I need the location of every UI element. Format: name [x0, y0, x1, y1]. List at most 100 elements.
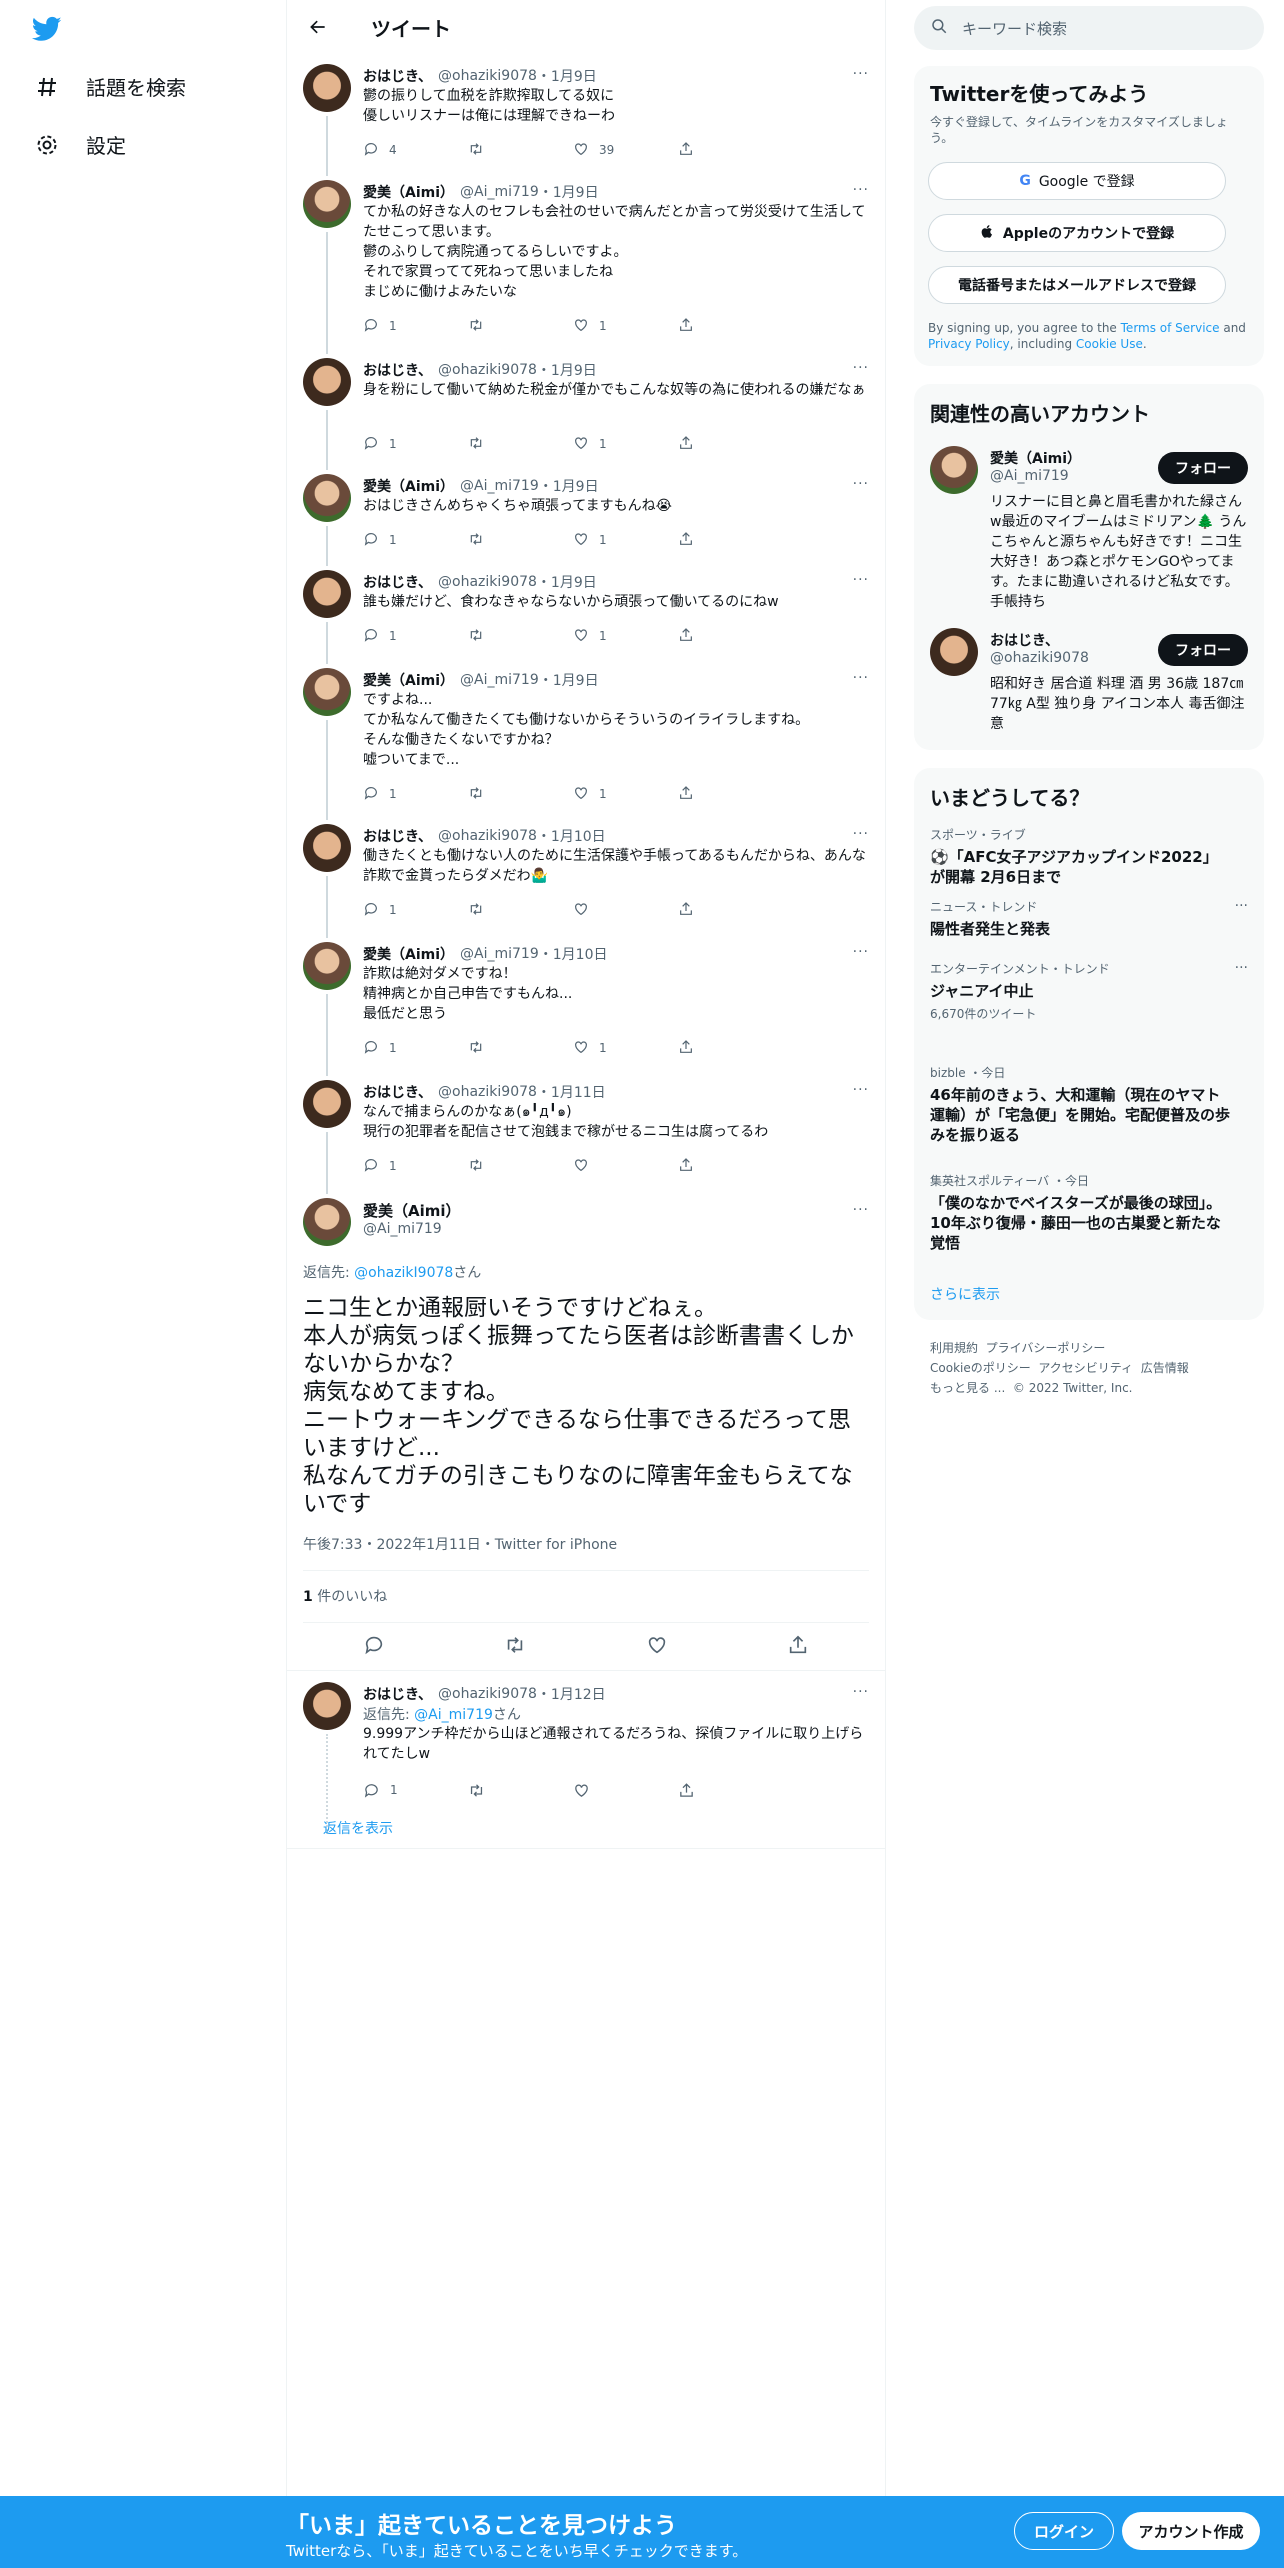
retweet-button[interactable]	[468, 1038, 573, 1058]
reply-icon[interactable]	[363, 1634, 385, 1662]
thread-tweet[interactable]: おはじき、 @ohaziki9078 ・1月9日 ··· 誰も嫌だけど、食わなきゃならな…	[287, 562, 885, 664]
retweet-button[interactable]	[468, 626, 573, 646]
thread-tweet[interactable]: おはじき、 @ohaziki9078 ・1月11日 ··· なんで捕まらんのかなぁ(๑╹…	[287, 1072, 885, 1194]
like-button[interactable]: 1	[573, 784, 678, 804]
more-icon[interactable]: ···	[853, 66, 869, 82]
footer-cookie-link[interactable]: Cookieのポリシー	[930, 1361, 1031, 1375]
back-arrow-icon[interactable]	[301, 10, 335, 44]
retweet-button[interactable]	[468, 316, 573, 336]
follow-button[interactable]: フォロー	[1158, 452, 1248, 484]
author-name[interactable]: 愛美（Aimi）	[363, 182, 454, 202]
more-icon[interactable]: ···	[853, 360, 869, 376]
author-name[interactable]: おはじき、	[363, 1082, 432, 1102]
like-button[interactable]	[573, 900, 678, 920]
more-icon[interactable]: ···	[853, 1082, 869, 1098]
avatar[interactable]	[303, 824, 351, 872]
trend-more-icon[interactable]: ···	[1235, 898, 1248, 914]
author-handle[interactable]: @ohaziki9078	[438, 1686, 537, 1702]
thread-tweet[interactable]: 愛美（Aimi） @Ai_mi719 ・1月10日 ··· 詐欺は絶対ダメですね！ 精神…	[287, 934, 885, 1076]
tweet-date[interactable]: ・1月10日	[539, 944, 608, 964]
account-handle[interactable]: @Ai_mi719	[990, 468, 1069, 484]
show-more-trends[interactable]: さらに表示	[930, 1284, 1000, 1304]
more-icon[interactable]: ···	[853, 670, 869, 686]
author-handle[interactable]: @ohaziki9078	[438, 828, 537, 844]
trend-item[interactable]: bizble ・今日 46年前のきょう、大和運輸（現在のヤマト運輸）が「宅急便」を…	[930, 1064, 1248, 1145]
account-handle[interactable]: @ohaziki9078	[990, 650, 1089, 666]
author-name[interactable]: おはじき、	[363, 1684, 432, 1704]
avatar[interactable]	[930, 446, 978, 494]
author-name[interactable]: おはじき、	[363, 826, 432, 846]
tweet-date[interactable]: ・1月10日	[537, 826, 606, 846]
author-name[interactable]: おはじき、	[363, 572, 432, 592]
thread-tweet[interactable]: 愛美（Aimi） @Ai_mi719 ・1月9日 ··· おはじきさんめちゃくちゃ頑張っ…	[287, 466, 885, 566]
author-name[interactable]: おはじき、	[363, 360, 432, 380]
like-button[interactable]: 39	[573, 140, 678, 160]
author-handle[interactable]: @Ai_mi719	[460, 184, 539, 200]
tweet-date[interactable]: ・1月9日	[539, 670, 599, 690]
account-name[interactable]: 愛美（Aimi）	[990, 448, 1081, 468]
like-button[interactable]	[573, 1156, 678, 1176]
twitter-logo-icon[interactable]	[30, 14, 64, 44]
author-handle[interactable]: @Ai_mi719	[460, 478, 539, 494]
footer-accessibility-link[interactable]: アクセシビリティ	[1038, 1361, 1133, 1375]
reply-target-link[interactable]: @ohazikI9078	[354, 1265, 453, 1281]
tweet-date[interactable]: ・1月9日	[539, 476, 599, 496]
likes-count[interactable]: 1 件のいいね	[303, 1586, 387, 1606]
author-name[interactable]: 愛美（Aimi）	[363, 476, 454, 496]
reply-button[interactable]: 1	[363, 1780, 468, 1800]
apple-signup-button[interactable]: Appleのアカウントで登録	[928, 214, 1226, 252]
author-name[interactable]: おはじき、	[363, 66, 432, 86]
avatar[interactable]	[303, 668, 351, 716]
like-icon[interactable]	[646, 1634, 668, 1662]
like-button[interactable]: 1	[573, 434, 678, 454]
like-button[interactable]: 1	[573, 1038, 678, 1058]
share-button[interactable]	[678, 784, 783, 804]
trend-item[interactable]: スポーツ・ライブ ⚽「AFC女子アジアカップインド2022」が開幕 2月6日まで	[930, 826, 1248, 887]
login-button[interactable]: ログイン	[1014, 2512, 1114, 2550]
reply-button[interactable]: 1	[363, 1038, 468, 1058]
tweet-date[interactable]: ・1月9日	[537, 66, 597, 86]
more-icon[interactable]: ···	[853, 572, 869, 588]
share-button[interactable]	[678, 626, 783, 646]
author-name[interactable]: 愛美（Aimi）	[363, 670, 454, 690]
footer-more-link[interactable]: もっと見る ...	[930, 1381, 1005, 1395]
search-input[interactable]: キーワード検索	[962, 18, 1067, 39]
avatar[interactable]	[303, 570, 351, 618]
reply-button[interactable]: 1	[363, 900, 468, 920]
tweet-date[interactable]: ・1月9日	[537, 360, 597, 380]
related-account[interactable]: おはじき、 @ohaziki9078 フォロー 昭和好き 居合道 料理 酒 男 …	[914, 624, 1264, 744]
google-signup-button[interactable]: G Google で登録	[928, 162, 1226, 200]
footer-privacy-link[interactable]: プライバシーポリシー	[986, 1341, 1106, 1355]
trend-more-icon[interactable]: ···	[1235, 960, 1248, 976]
share-button[interactable]	[678, 140, 783, 160]
author-handle[interactable]: @ohaziki9078	[438, 68, 537, 84]
retweet-icon[interactable]	[504, 1634, 526, 1662]
retweet-button[interactable]	[468, 900, 573, 920]
reply-button[interactable]: 1	[363, 784, 468, 804]
like-button[interactable]	[573, 1780, 678, 1800]
retweet-button[interactable]	[468, 434, 573, 454]
cookie-link[interactable]: Cookie Use	[1076, 337, 1143, 351]
reply-button[interactable]: 1	[363, 626, 468, 646]
footer-terms-link[interactable]: 利用規約	[930, 1341, 978, 1355]
more-icon[interactable]: ···	[853, 1202, 869, 1218]
share-button[interactable]	[678, 900, 783, 920]
author-handle[interactable]: @ohaziki9078	[438, 362, 537, 378]
thread-tweet[interactable]: 愛美（Aimi） @Ai_mi719 ・1月9日 ··· てか私の好きな人のセフレも会社…	[287, 172, 885, 354]
reply-button[interactable]: 4	[363, 140, 468, 160]
search-box[interactable]: キーワード検索	[914, 6, 1264, 50]
reply-button[interactable]: 1	[363, 1156, 468, 1176]
terms-link[interactable]: Terms of Service	[1121, 321, 1220, 335]
avatar[interactable]	[303, 1198, 351, 1246]
more-icon[interactable]: ···	[853, 1684, 869, 1700]
author-name[interactable]: 愛美（Aimi）	[363, 944, 454, 964]
retweet-button[interactable]	[468, 1156, 573, 1176]
share-button[interactable]	[678, 530, 783, 550]
avatar[interactable]	[303, 942, 351, 990]
author-handle[interactable]: @ohaziki9078	[438, 1084, 537, 1100]
avatar[interactable]	[303, 358, 351, 406]
thread-tweet[interactable]: おはじき、 @ohaziki9078 ・1月9日 ··· 身を粉にして働いて納めた税金が…	[287, 350, 885, 470]
avatar[interactable]	[303, 1682, 351, 1730]
related-account[interactable]: 愛美（Aimi） @Ai_mi719 フォロー リスナーに目と鼻と眉毛書かれた緑…	[914, 442, 1264, 622]
tweet-date[interactable]: ・1月9日	[539, 182, 599, 202]
